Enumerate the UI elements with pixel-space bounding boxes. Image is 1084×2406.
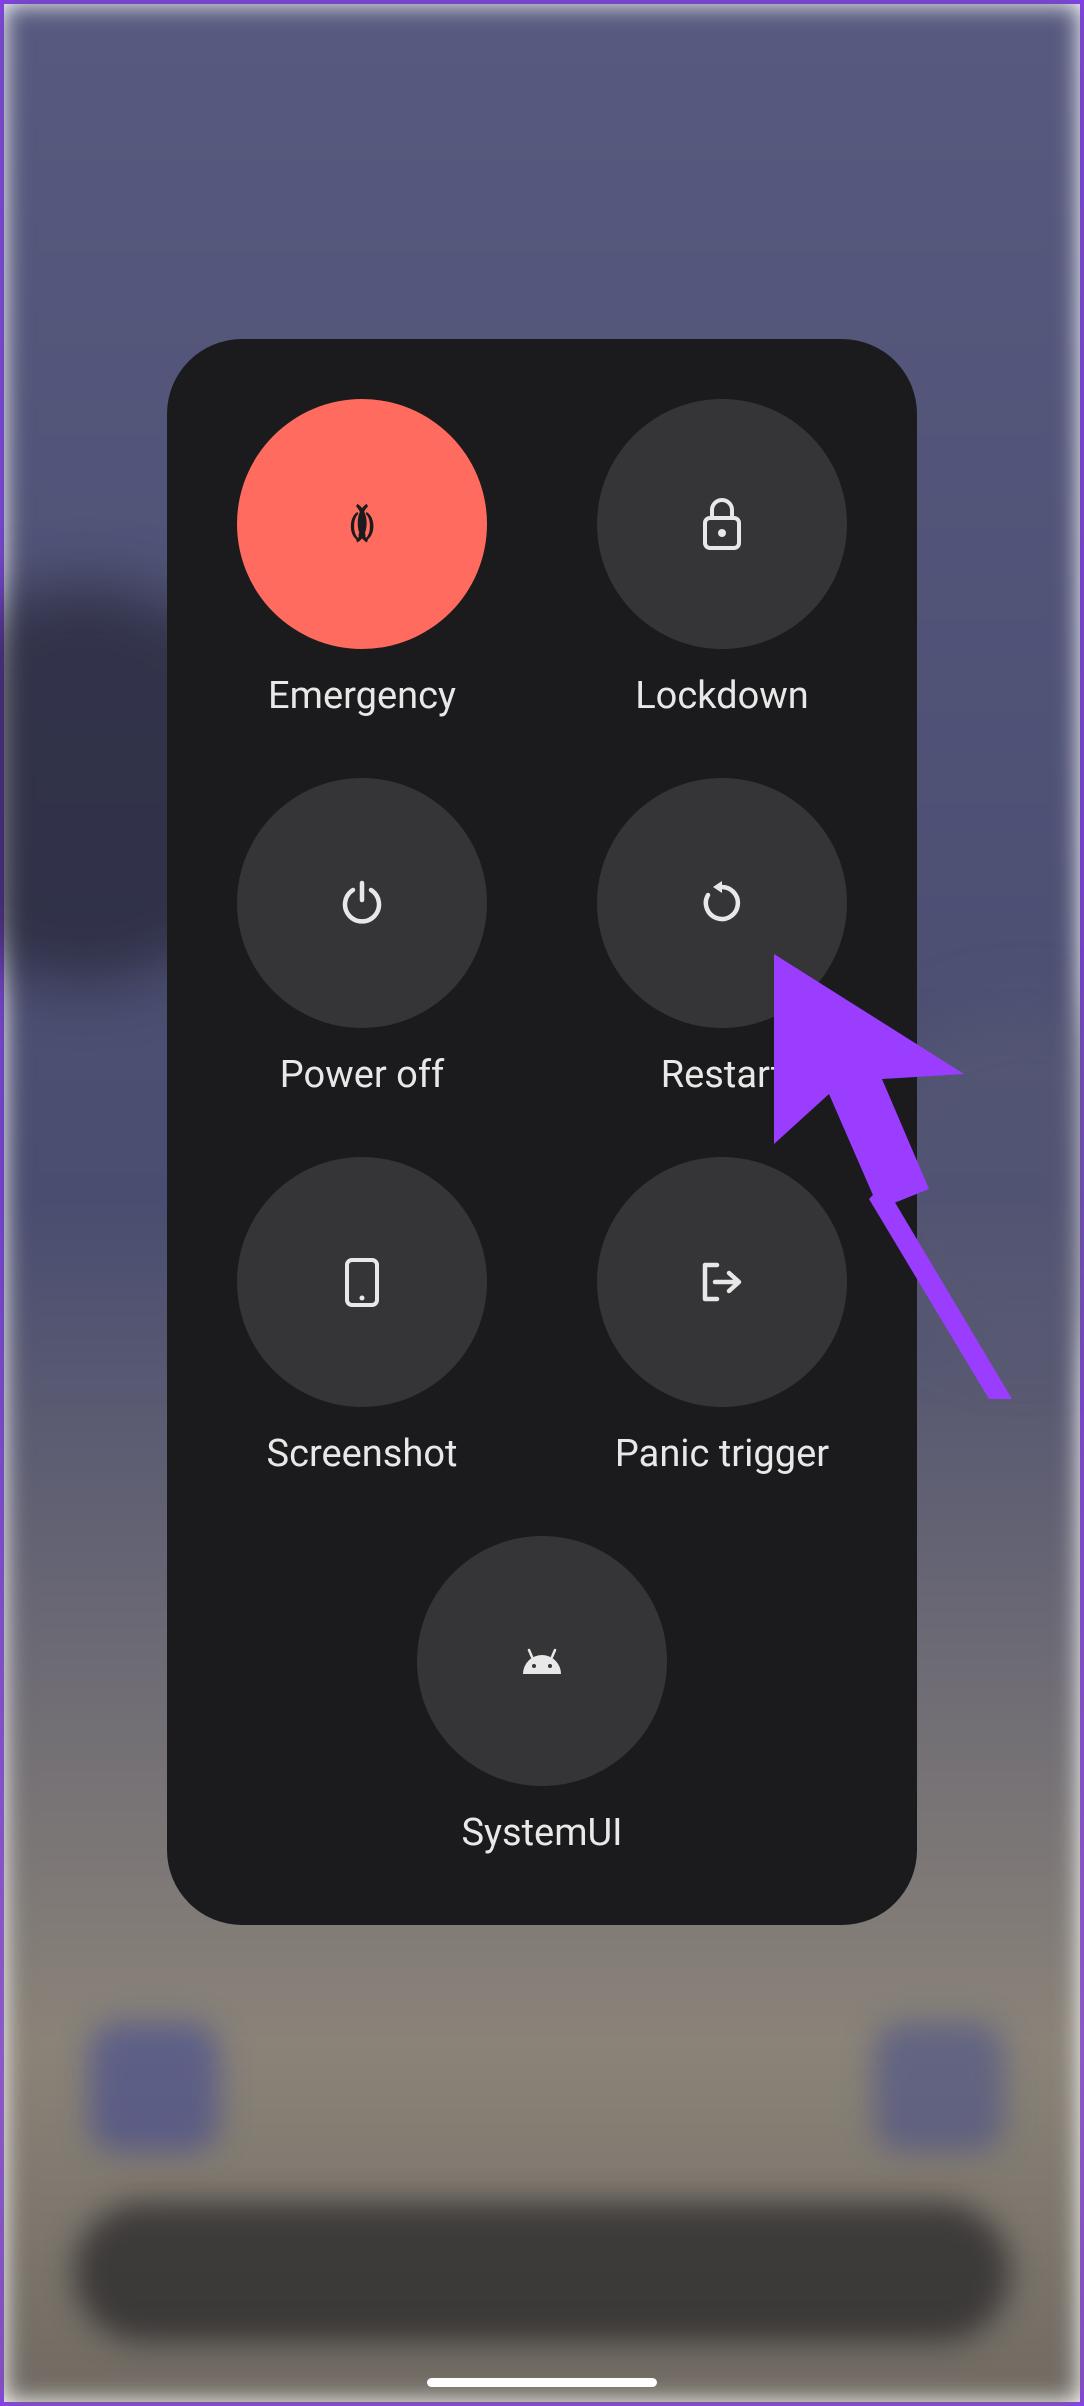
- background-blur: [874, 2022, 1004, 2152]
- screenshot-label: Screenshot: [267, 1432, 458, 1476]
- restart-icon: [698, 879, 746, 927]
- lockdown-label: Lockdown: [635, 674, 809, 718]
- poweroff-button[interactable]: [237, 778, 487, 1028]
- systemui-label: SystemUI: [461, 1811, 622, 1855]
- menu-row: Screenshot Panic trigger: [217, 1157, 867, 1476]
- panictrigger-button[interactable]: [597, 1157, 847, 1407]
- emergency-label: Emergency: [268, 674, 456, 718]
- systemui-button[interactable]: [417, 1536, 667, 1786]
- screenshot-icon: [342, 1255, 382, 1310]
- restart-item: Restart: [582, 778, 862, 1097]
- poweroff-item: Power off: [222, 778, 502, 1097]
- menu-row: ( ( ) ) Emergency: [217, 399, 867, 718]
- exit-icon: [697, 1257, 747, 1307]
- lockdown-item: Lockdown: [582, 399, 862, 718]
- panictrigger-label: Panic trigger: [615, 1432, 829, 1476]
- systemui-item: SystemUI: [402, 1536, 682, 1855]
- lock-icon: [697, 494, 747, 554]
- power-menu-panel: ( ( ) ) Emergency: [167, 339, 917, 1925]
- screenshot-button[interactable]: [237, 1157, 487, 1407]
- lockdown-button[interactable]: [597, 399, 847, 649]
- power-icon: [337, 878, 387, 928]
- background-blur: [89, 2022, 219, 2152]
- menu-row: Power off Restart: [217, 778, 867, 1097]
- android-icon: [518, 1646, 566, 1676]
- navigation-handle[interactable]: [427, 2378, 657, 2387]
- restart-button[interactable]: [597, 778, 847, 1028]
- background-blur: [74, 2202, 1010, 2342]
- svg-text:): ): [365, 508, 375, 541]
- emergency-item: ( ( ) ) Emergency: [222, 399, 502, 718]
- emergency-icon: ( ( ) ): [332, 494, 392, 554]
- panictrigger-item: Panic trigger: [582, 1157, 862, 1476]
- restart-label: Restart: [661, 1053, 784, 1097]
- poweroff-label: Power off: [280, 1053, 445, 1097]
- menu-row: SystemUI: [217, 1536, 867, 1855]
- emergency-button[interactable]: ( ( ) ): [237, 399, 487, 649]
- screenshot-item: Screenshot: [222, 1157, 502, 1476]
